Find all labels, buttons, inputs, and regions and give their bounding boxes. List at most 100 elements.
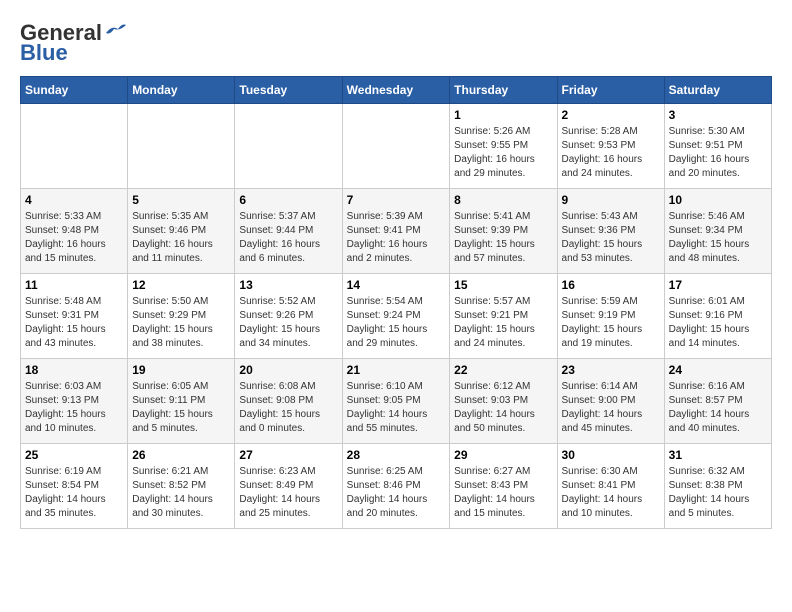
logo: General Blue — [20, 20, 126, 66]
day-info: Sunrise: 5:48 AM Sunset: 9:31 PM Dayligh… — [25, 295, 123, 351]
day-info: Sunrise: 5:54 AM Sunset: 9:24 PM Dayligh… — [347, 295, 446, 351]
day-info: Sunrise: 6:19 AM Sunset: 8:54 PM Dayligh… — [25, 465, 123, 521]
calendar-week-4: 18 Sunrise: 6:03 AM Sunset: 9:13 PM Dayli… — [21, 359, 772, 444]
day-number: 5 — [132, 193, 230, 207]
day-number: 16 — [562, 278, 660, 292]
header-sunday: Sunday — [21, 77, 128, 104]
day-info: Sunrise: 5:30 AM Sunset: 9:51 PM Dayligh… — [669, 125, 767, 181]
page-header: General Blue — [20, 20, 772, 66]
day-number: 25 — [25, 448, 123, 462]
day-number: 31 — [669, 448, 767, 462]
calendar-cell: 27 Sunrise: 6:23 AM Sunset: 8:49 PM Dayli… — [235, 444, 342, 529]
day-number: 19 — [132, 363, 230, 377]
calendar-cell: 29 Sunrise: 6:27 AM Sunset: 8:43 PM Dayli… — [450, 444, 557, 529]
day-number: 23 — [562, 363, 660, 377]
calendar-cell: 19 Sunrise: 6:05 AM Sunset: 9:11 PM Dayli… — [128, 359, 235, 444]
day-number: 4 — [25, 193, 123, 207]
day-number: 2 — [562, 108, 660, 122]
calendar-cell: 30 Sunrise: 6:30 AM Sunset: 8:41 PM Dayli… — [557, 444, 664, 529]
calendar-cell: 10Sunrise: 5:46 AM Sunset: 9:34 PM Dayli… — [664, 189, 771, 274]
day-number: 6 — [239, 193, 337, 207]
calendar-cell — [235, 104, 342, 189]
calendar-week-5: 25 Sunrise: 6:19 AM Sunset: 8:54 PM Dayli… — [21, 444, 772, 529]
day-info: Sunrise: 5:57 AM Sunset: 9:21 PM Dayligh… — [454, 295, 552, 351]
header-wednesday: Wednesday — [342, 77, 450, 104]
calendar-cell: 13Sunrise: 5:52 AM Sunset: 9:26 PM Dayli… — [235, 274, 342, 359]
day-info: Sunrise: 6:05 AM Sunset: 9:11 PM Dayligh… — [132, 380, 230, 436]
day-number: 30 — [562, 448, 660, 462]
calendar-cell: 9Sunrise: 5:43 AM Sunset: 9:36 PM Daylig… — [557, 189, 664, 274]
calendar-cell: 18 Sunrise: 6:03 AM Sunset: 9:13 PM Dayli… — [21, 359, 128, 444]
calendar-cell: 25 Sunrise: 6:19 AM Sunset: 8:54 PM Dayli… — [21, 444, 128, 529]
day-number: 18 — [25, 363, 123, 377]
day-info: Sunrise: 6:30 AM Sunset: 8:41 PM Dayligh… — [562, 465, 660, 521]
day-info: Sunrise: 5:39 AM Sunset: 9:41 PM Dayligh… — [347, 210, 446, 266]
day-number: 8 — [454, 193, 552, 207]
day-info: Sunrise: 5:59 AM Sunset: 9:19 PM Dayligh… — [562, 295, 660, 351]
day-number: 15 — [454, 278, 552, 292]
day-number: 9 — [562, 193, 660, 207]
calendar-cell: 5Sunrise: 5:35 AM Sunset: 9:46 PM Daylig… — [128, 189, 235, 274]
calendar-cell: 20Sunrise: 6:08 AM Sunset: 9:08 PM Dayli… — [235, 359, 342, 444]
calendar-table: SundayMondayTuesdayWednesdayThursdayFrid… — [20, 76, 772, 529]
calendar-cell: 11 Sunrise: 5:48 AM Sunset: 9:31 PM Dayli… — [21, 274, 128, 359]
day-number: 27 — [239, 448, 337, 462]
calendar-cell: 28 Sunrise: 6:25 AM Sunset: 8:46 PM Dayli… — [342, 444, 450, 529]
calendar-cell: 31Sunrise: 6:32 AM Sunset: 8:38 PM Dayli… — [664, 444, 771, 529]
day-number: 22 — [454, 363, 552, 377]
day-number: 24 — [669, 363, 767, 377]
calendar-cell: 8Sunrise: 5:41 AM Sunset: 9:39 PM Daylig… — [450, 189, 557, 274]
day-info: Sunrise: 6:27 AM Sunset: 8:43 PM Dayligh… — [454, 465, 552, 521]
day-info: Sunrise: 5:33 AM Sunset: 9:48 PM Dayligh… — [25, 210, 123, 266]
calendar-cell: 24Sunrise: 6:16 AM Sunset: 8:57 PM Dayli… — [664, 359, 771, 444]
calendar-cell: 21 Sunrise: 6:10 AM Sunset: 9:05 PM Dayli… — [342, 359, 450, 444]
header-tuesday: Tuesday — [235, 77, 342, 104]
day-number: 26 — [132, 448, 230, 462]
day-number: 17 — [669, 278, 767, 292]
day-info: Sunrise: 6:23 AM Sunset: 8:49 PM Dayligh… — [239, 465, 337, 521]
day-number: 13 — [239, 278, 337, 292]
day-info: Sunrise: 5:50 AM Sunset: 9:29 PM Dayligh… — [132, 295, 230, 351]
day-number: 28 — [347, 448, 446, 462]
day-number: 12 — [132, 278, 230, 292]
calendar-cell: 22 Sunrise: 6:12 AM Sunset: 9:03 PM Dayli… — [450, 359, 557, 444]
calendar-cell: 7 Sunrise: 5:39 AM Sunset: 9:41 PM Daylig… — [342, 189, 450, 274]
day-number: 11 — [25, 278, 123, 292]
calendar-cell: 6Sunrise: 5:37 AM Sunset: 9:44 PM Daylig… — [235, 189, 342, 274]
calendar-week-1: 1 Sunrise: 5:26 AM Sunset: 9:55 PM Daylig… — [21, 104, 772, 189]
day-info: Sunrise: 6:01 AM Sunset: 9:16 PM Dayligh… — [669, 295, 767, 351]
calendar-week-3: 11 Sunrise: 5:48 AM Sunset: 9:31 PM Dayli… — [21, 274, 772, 359]
logo-blue-text: Blue — [20, 40, 68, 66]
calendar-cell: 16 Sunrise: 5:59 AM Sunset: 9:19 PM Dayli… — [557, 274, 664, 359]
calendar-cell — [21, 104, 128, 189]
calendar-cell: 23 Sunrise: 6:14 AM Sunset: 9:00 PM Dayli… — [557, 359, 664, 444]
calendar-cell: 15 Sunrise: 5:57 AM Sunset: 9:21 PM Dayli… — [450, 274, 557, 359]
day-info: Sunrise: 6:12 AM Sunset: 9:03 PM Dayligh… — [454, 380, 552, 436]
day-number: 14 — [347, 278, 446, 292]
header-monday: Monday — [128, 77, 235, 104]
day-number: 29 — [454, 448, 552, 462]
header-saturday: Saturday — [664, 77, 771, 104]
day-info: Sunrise: 6:10 AM Sunset: 9:05 PM Dayligh… — [347, 380, 446, 436]
calendar-cell: 12 Sunrise: 5:50 AM Sunset: 9:29 PM Dayli… — [128, 274, 235, 359]
day-number: 20 — [239, 363, 337, 377]
day-info: Sunrise: 5:26 AM Sunset: 9:55 PM Dayligh… — [454, 125, 552, 181]
day-info: Sunrise: 6:14 AM Sunset: 9:00 PM Dayligh… — [562, 380, 660, 436]
calendar-cell: 2Sunrise: 5:28 AM Sunset: 9:53 PM Daylig… — [557, 104, 664, 189]
day-number: 3 — [669, 108, 767, 122]
calendar-cell — [342, 104, 450, 189]
calendar-cell: 26Sunrise: 6:21 AM Sunset: 8:52 PM Dayli… — [128, 444, 235, 529]
calendar-cell: 14 Sunrise: 5:54 AM Sunset: 9:24 PM Dayli… — [342, 274, 450, 359]
header-friday: Friday — [557, 77, 664, 104]
logo-bird-icon — [104, 23, 126, 39]
day-info: Sunrise: 6:25 AM Sunset: 8:46 PM Dayligh… — [347, 465, 446, 521]
calendar-cell: 3 Sunrise: 5:30 AM Sunset: 9:51 PM Daylig… — [664, 104, 771, 189]
day-number: 21 — [347, 363, 446, 377]
day-info: Sunrise: 6:03 AM Sunset: 9:13 PM Dayligh… — [25, 380, 123, 436]
header-thursday: Thursday — [450, 77, 557, 104]
calendar-cell: 1 Sunrise: 5:26 AM Sunset: 9:55 PM Daylig… — [450, 104, 557, 189]
day-number: 1 — [454, 108, 552, 122]
day-number: 7 — [347, 193, 446, 207]
calendar-cell: 4 Sunrise: 5:33 AM Sunset: 9:48 PM Daylig… — [21, 189, 128, 274]
calendar-week-2: 4 Sunrise: 5:33 AM Sunset: 9:48 PM Daylig… — [21, 189, 772, 274]
